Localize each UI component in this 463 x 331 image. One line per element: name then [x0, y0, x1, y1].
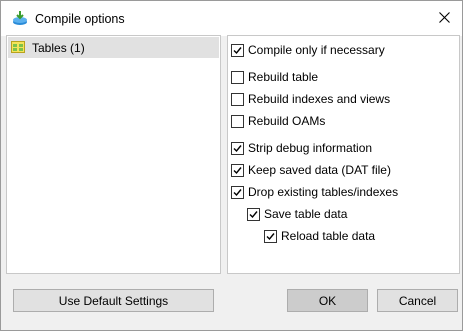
- checkbox[interactable]: [231, 164, 244, 177]
- dialog-title: Compile options: [35, 12, 125, 26]
- close-icon: [438, 11, 450, 26]
- option-label: Strip debug information: [248, 141, 373, 155]
- option-label: Drop existing tables/indexes: [248, 185, 399, 199]
- category-tree: Tables (1): [6, 35, 221, 274]
- option-label: Rebuild OAMs: [248, 114, 326, 128]
- checkbox[interactable]: [264, 230, 277, 243]
- use-default-settings-button[interactable]: Use Default Settings: [13, 289, 214, 312]
- option-label: Compile only if necessary: [248, 43, 385, 57]
- checkbox[interactable]: [231, 44, 244, 57]
- option-label: Save table data: [264, 207, 348, 221]
- table-folder-icon: [11, 41, 25, 53]
- option-label: Reload table data: [281, 229, 376, 243]
- checkbox[interactable]: [231, 93, 244, 106]
- compile-app-icon: [11, 9, 29, 27]
- option-label: Rebuild table: [248, 70, 319, 84]
- tree-item-tables[interactable]: Tables (1): [8, 37, 219, 58]
- close-button[interactable]: [426, 1, 462, 36]
- option-label: Rebuild indexes and views: [248, 92, 391, 106]
- checkbox[interactable]: [231, 186, 244, 199]
- option-label: Keep saved data (DAT file): [248, 163, 391, 177]
- checkbox[interactable]: [247, 208, 260, 221]
- checkbox[interactable]: [231, 115, 244, 128]
- checkbox[interactable]: [231, 142, 244, 155]
- ok-button[interactable]: OK: [287, 289, 368, 312]
- checkbox[interactable]: [231, 71, 244, 84]
- compile-options-dialog: Compile options Tables (1) Compile only …: [0, 0, 463, 331]
- options-panel: Compile only if necessary Rebuild table …: [227, 35, 460, 274]
- cancel-button[interactable]: Cancel: [377, 289, 458, 312]
- tree-item-label: Tables (1): [32, 41, 85, 55]
- title-bar: Compile options: [1, 1, 462, 36]
